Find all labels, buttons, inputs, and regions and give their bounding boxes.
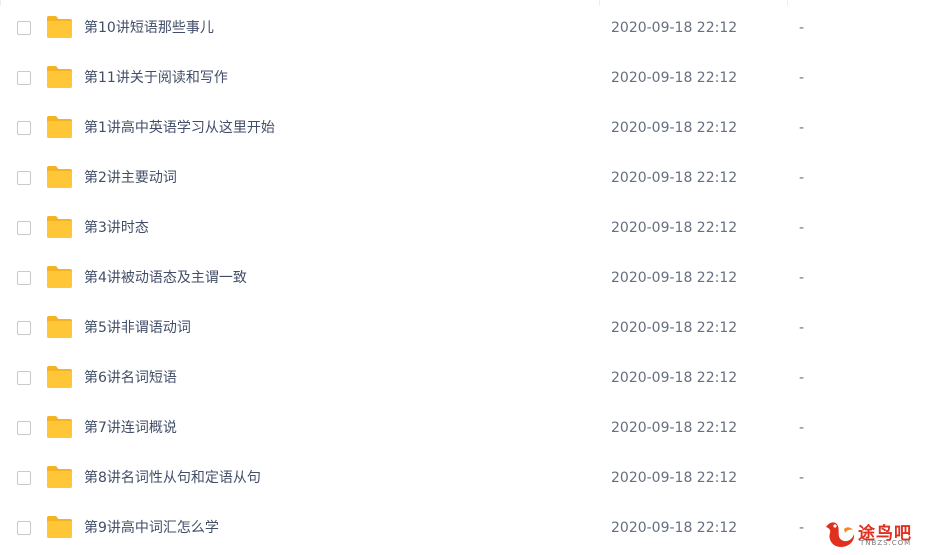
file-row[interactable]: 第8讲名词性从句和定语从句 2020-09-18 22:12 - (0, 455, 929, 505)
folder-icon (47, 166, 72, 188)
modified-date: 2020-09-18 22:12 (611, 520, 738, 536)
watermark-subtext: TNBZS.COM (860, 539, 912, 547)
folder-icon (47, 66, 72, 88)
file-row[interactable]: 第1讲高中英语学习从这里开始 2020-09-18 22:12 - (0, 105, 929, 155)
file-name[interactable]: 第4讲被动语态及主谓一致 (84, 269, 247, 287)
file-row[interactable]: 第5讲非谓语动词 2020-09-18 22:12 - (0, 305, 929, 355)
row-checkbox[interactable] (17, 71, 31, 85)
row-checkbox[interactable] (17, 421, 31, 435)
modified-date: 2020-09-18 22:12 (611, 220, 738, 236)
folder-icon (47, 316, 72, 338)
modified-date: 2020-09-18 22:12 (611, 270, 738, 286)
file-name[interactable]: 第2讲主要动词 (84, 169, 177, 187)
folder-icon (47, 466, 72, 488)
file-size: - (799, 420, 805, 436)
file-name[interactable]: 第1讲高中英语学习从这里开始 (84, 119, 275, 137)
row-checkbox[interactable] (17, 221, 31, 235)
file-size: - (799, 120, 805, 136)
modified-date: 2020-09-18 22:12 (611, 470, 738, 486)
file-size: - (799, 20, 805, 36)
row-checkbox[interactable] (17, 521, 31, 535)
file-name[interactable]: 第5讲非谓语动词 (84, 319, 191, 337)
modified-date: 2020-09-18 22:12 (611, 170, 738, 186)
watermark: 途鸟吧 TNBZS.COM (822, 517, 922, 551)
file-name[interactable]: 第3讲时态 (84, 219, 149, 237)
modified-date: 2020-09-18 22:12 (611, 70, 738, 86)
row-checkbox[interactable] (17, 371, 31, 385)
file-row[interactable]: 第11讲关于阅读和写作 2020-09-18 22:12 - (0, 55, 929, 105)
row-checkbox[interactable] (17, 321, 31, 335)
modified-date: 2020-09-18 22:12 (611, 320, 738, 336)
modified-date: 2020-09-18 22:12 (611, 20, 738, 36)
file-size: - (799, 520, 805, 536)
file-size: - (799, 270, 805, 286)
file-row[interactable]: 第9讲高中词汇怎么学 2020-09-18 22:12 - (0, 505, 929, 555)
file-row[interactable]: 第4讲被动语态及主谓一致 2020-09-18 22:12 - (0, 255, 929, 305)
folder-icon (47, 266, 72, 288)
file-row[interactable]: 第3讲时态 2020-09-18 22:12 - (0, 205, 929, 255)
row-checkbox[interactable] (17, 271, 31, 285)
row-checkbox[interactable] (17, 121, 31, 135)
folder-icon (47, 416, 72, 438)
file-row[interactable]: 第10讲短语那些事儿 2020-09-18 22:12 - (0, 5, 929, 55)
file-row[interactable]: 第6讲名词短语 2020-09-18 22:12 - (0, 355, 929, 405)
row-checkbox[interactable] (17, 171, 31, 185)
folder-icon (47, 116, 72, 138)
file-size: - (799, 70, 805, 86)
file-list: 第10讲短语那些事儿 2020-09-18 22:12 - 第11讲关于阅读和写作 20… (0, 0, 929, 555)
modified-date: 2020-09-18 22:12 (611, 420, 738, 436)
file-name[interactable]: 第7讲连词概说 (84, 419, 177, 437)
row-checkbox[interactable] (17, 21, 31, 35)
file-row[interactable]: 第7讲连词概说 2020-09-18 22:12 - (0, 405, 929, 455)
file-size: - (799, 470, 805, 486)
folder-icon (47, 16, 72, 38)
file-size: - (799, 220, 805, 236)
folder-icon (47, 516, 72, 538)
row-checkbox[interactable] (17, 471, 31, 485)
file-name[interactable]: 第6讲名词短语 (84, 369, 177, 387)
modified-date: 2020-09-18 22:12 (611, 370, 738, 386)
file-size: - (799, 170, 805, 186)
file-name[interactable]: 第9讲高中词汇怎么学 (84, 519, 219, 537)
modified-date: 2020-09-18 22:12 (611, 120, 738, 136)
bird-logo-icon (826, 522, 855, 547)
file-row[interactable]: 第2讲主要动词 2020-09-18 22:12 - (0, 155, 929, 205)
file-size: - (799, 370, 805, 386)
folder-icon (47, 366, 72, 388)
file-name[interactable]: 第11讲关于阅读和写作 (84, 69, 228, 87)
file-name[interactable]: 第8讲名词性从句和定语从句 (84, 469, 261, 487)
folder-icon (47, 216, 72, 238)
file-size: - (799, 320, 805, 336)
file-name[interactable]: 第10讲短语那些事儿 (84, 19, 214, 37)
